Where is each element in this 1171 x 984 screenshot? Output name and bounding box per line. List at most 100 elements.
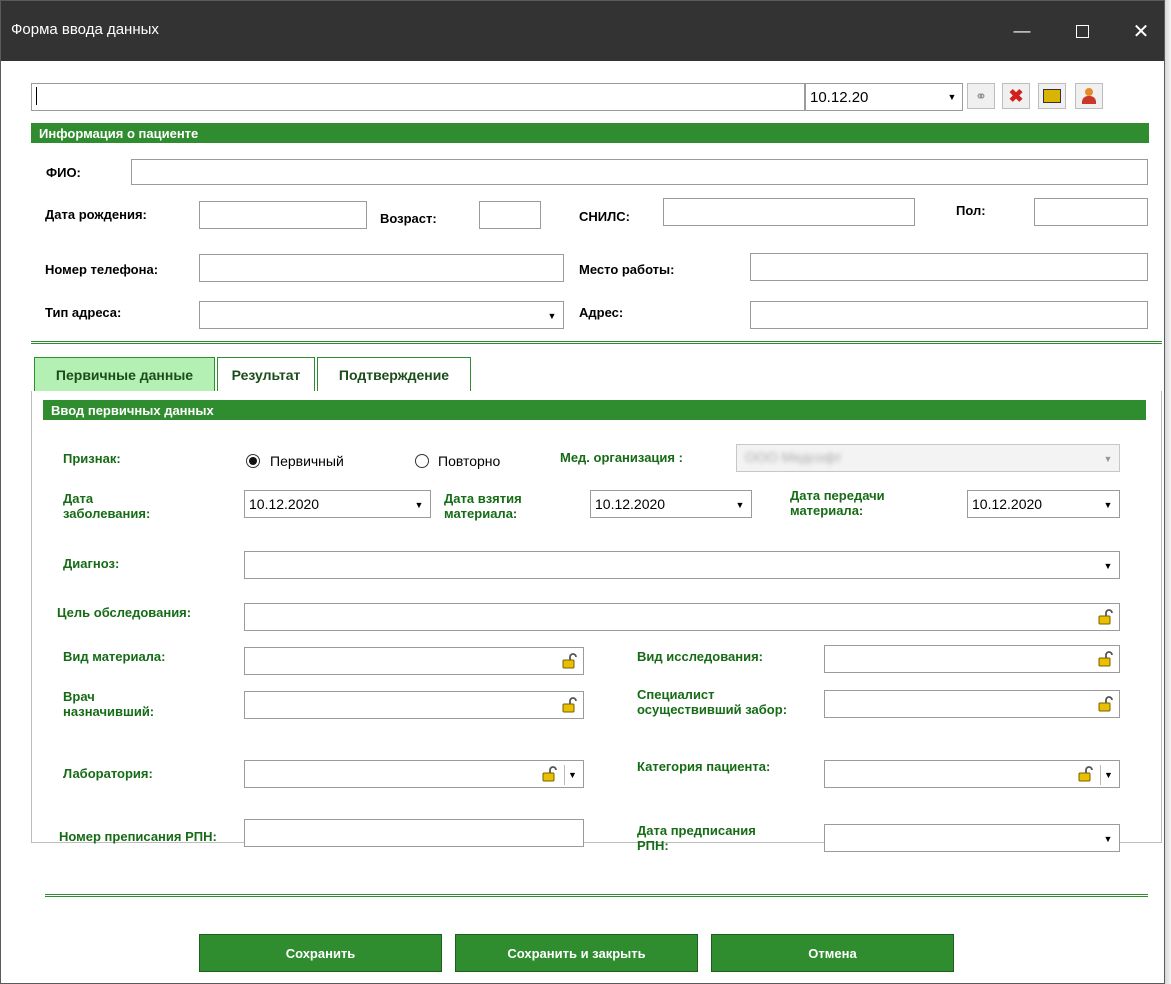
unlock-icon[interactable] bbox=[559, 695, 581, 715]
take-date-label: Дата взятия материала: bbox=[444, 491, 522, 521]
address-type-label: Тип адреса: bbox=[45, 305, 122, 320]
primary-data-header: Ввод первичных данных bbox=[43, 400, 1146, 420]
address-type-select[interactable]: ▼ bbox=[199, 301, 564, 329]
close-button[interactable]: ✕ bbox=[1113, 1, 1164, 61]
chevron-down-icon: ▼ bbox=[947, 92, 957, 102]
fio-input[interactable] bbox=[131, 159, 1148, 185]
data-entry-window: Форма ввода данных — ✕ 10.12.20 ▼ ⚭ ✖ Ин… bbox=[0, 0, 1165, 984]
snils-label: СНИЛС: bbox=[579, 209, 630, 224]
transfer-date-picker[interactable]: 10.12.2020 ▼ bbox=[967, 490, 1120, 518]
chevron-down-icon: ▼ bbox=[735, 500, 745, 510]
disease-date-label: Дата заболевания: bbox=[63, 491, 151, 521]
radio-repeat-label: Повторно bbox=[438, 453, 501, 469]
sex-label: Пол: bbox=[956, 203, 986, 218]
med-org-select[interactable]: ООО Медсофт ▼ bbox=[736, 444, 1120, 472]
unlock-icon[interactable] bbox=[1075, 764, 1097, 784]
disease-date-value: 10.12.2020 bbox=[249, 496, 320, 512]
patient-info-header: Информация о пациенте bbox=[31, 123, 1149, 143]
sign-label: Признак: bbox=[63, 451, 121, 466]
radio-repeat[interactable] bbox=[415, 454, 429, 468]
user-button[interactable] bbox=[1075, 83, 1103, 109]
tab-confirmation[interactable]: Подтверждение bbox=[317, 357, 471, 391]
diagnosis-select[interactable]: ▼ bbox=[244, 551, 1120, 579]
chevron-down-icon[interactable]: ▼ bbox=[564, 765, 580, 785]
doctor-label: Врач назначивший: bbox=[63, 689, 155, 719]
rpn-date-label: Дата предписания РПН: bbox=[637, 823, 756, 853]
doctor-input[interactable] bbox=[244, 691, 584, 719]
minimize-button[interactable]: — bbox=[994, 1, 1050, 61]
chevron-down-icon: ▼ bbox=[547, 311, 557, 321]
card-button[interactable] bbox=[1038, 83, 1066, 109]
link-icon: ⚭ bbox=[975, 87, 987, 104]
material-type-input[interactable] bbox=[244, 647, 584, 675]
section-separator bbox=[31, 341, 1162, 344]
transfer-date-label: Дата передачи материала: bbox=[790, 488, 885, 518]
chevron-down-icon: ▼ bbox=[1103, 500, 1113, 510]
close-icon: ✕ bbox=[1132, 20, 1150, 43]
rpn-date-select[interactable]: ▼ bbox=[824, 824, 1120, 852]
phone-label: Номер телефона: bbox=[45, 262, 159, 277]
disease-date-picker[interactable]: 10.12.2020 ▼ bbox=[244, 490, 431, 518]
fio-label: ФИО: bbox=[46, 165, 81, 180]
laboratory-label: Лаборатория: bbox=[63, 766, 153, 781]
unlock-icon[interactable] bbox=[1095, 694, 1117, 714]
chevron-down-icon: ▼ bbox=[1103, 834, 1113, 844]
cancel-button[interactable]: Отмена bbox=[711, 934, 954, 972]
specialist-label: Специалист осуществивший забор: bbox=[637, 687, 788, 717]
birth-date-input[interactable] bbox=[199, 201, 367, 229]
panel-separator bbox=[45, 894, 1148, 897]
take-date-value: 10.12.2020 bbox=[595, 496, 666, 512]
delete-x-icon: ✖ bbox=[1008, 85, 1024, 106]
phone-input[interactable] bbox=[199, 254, 564, 282]
age-input[interactable] bbox=[479, 201, 541, 229]
radio-primary[interactable] bbox=[246, 454, 260, 468]
text-cursor bbox=[36, 87, 37, 105]
unlock-icon[interactable] bbox=[539, 764, 561, 784]
material-type-label: Вид материала: bbox=[63, 649, 166, 664]
patient-category-label: Категория пациента: bbox=[637, 759, 771, 774]
med-org-label: Мед. организация : bbox=[560, 450, 683, 465]
chevron-down-icon: ▼ bbox=[1103, 561, 1113, 571]
research-type-label: Вид исследования: bbox=[637, 649, 764, 664]
laboratory-select[interactable]: ▼ bbox=[244, 760, 584, 788]
purpose-input[interactable] bbox=[244, 603, 1120, 631]
chevron-down-icon[interactable]: ▼ bbox=[1100, 765, 1116, 785]
tab-result[interactable]: Результат bbox=[217, 357, 315, 391]
window-shadow bbox=[1165, 0, 1171, 984]
address-input[interactable] bbox=[750, 301, 1148, 329]
rpn-number-input[interactable] bbox=[244, 819, 584, 847]
transfer-date-value: 10.12.2020 bbox=[972, 496, 1043, 512]
radio-primary-label: Первичный bbox=[270, 453, 344, 469]
sex-input[interactable] bbox=[1034, 198, 1148, 226]
maximize-button[interactable] bbox=[1054, 1, 1110, 61]
toolbar-date-select[interactable]: 10.12.20 ▼ bbox=[805, 83, 963, 111]
window-title: Форма ввода данных bbox=[11, 21, 159, 38]
specialist-input[interactable] bbox=[824, 690, 1120, 718]
link-button[interactable]: ⚭ bbox=[967, 83, 995, 109]
rpn-number-label: Номер преписания РПН: bbox=[59, 829, 217, 844]
med-org-value: ООО Медсофт bbox=[745, 449, 842, 465]
search-input[interactable] bbox=[31, 83, 805, 111]
maximize-icon bbox=[1075, 24, 1089, 38]
research-type-input[interactable] bbox=[824, 645, 1120, 673]
address-label: Адрес: bbox=[579, 305, 624, 320]
minimize-icon: — bbox=[1013, 21, 1031, 40]
diagnosis-label: Диагноз: bbox=[63, 556, 120, 571]
take-date-picker[interactable]: 10.12.2020 ▼ bbox=[590, 490, 752, 518]
save-and-close-button[interactable]: Сохранить и закрыть bbox=[455, 934, 698, 972]
work-place-input[interactable] bbox=[750, 253, 1148, 281]
toolbar-date-value: 10.12.20 bbox=[810, 88, 869, 106]
unlock-icon[interactable] bbox=[1095, 607, 1117, 627]
patient-category-select[interactable]: ▼ bbox=[824, 760, 1120, 788]
save-button[interactable]: Сохранить bbox=[199, 934, 442, 972]
unlock-icon[interactable] bbox=[559, 651, 581, 671]
user-icon bbox=[1081, 88, 1097, 104]
title-bar: Форма ввода данных — ✕ bbox=[1, 1, 1164, 61]
work-place-label: Место работы: bbox=[579, 262, 675, 277]
radio-selected-dot bbox=[249, 457, 257, 465]
unlock-icon[interactable] bbox=[1095, 649, 1117, 669]
delete-button[interactable]: ✖ bbox=[1002, 83, 1030, 109]
snils-input[interactable] bbox=[663, 198, 915, 226]
chevron-down-icon: ▼ bbox=[1103, 454, 1113, 464]
tab-primary-data[interactable]: Первичные данные bbox=[34, 357, 215, 391]
